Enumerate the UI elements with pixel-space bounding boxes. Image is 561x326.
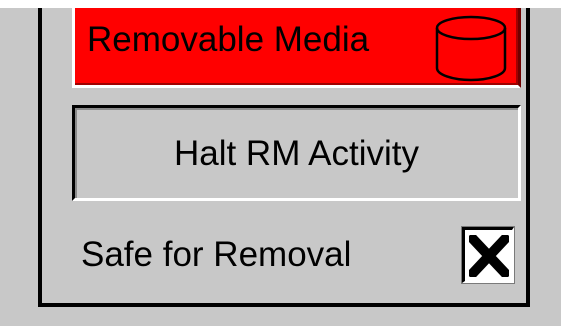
halt-rm-activity-label: Halt RM Activity: [173, 134, 420, 173]
removable-media-label: Removable Media: [87, 20, 370, 59]
safe-for-removal-label: Safe for Removal: [81, 235, 352, 274]
database-icon: [435, 15, 507, 82]
top-strip: [0, 0, 561, 8]
removable-media-button[interactable]: Removable Media: [72, 8, 521, 88]
halt-rm-activity-button[interactable]: Halt RM Activity: [72, 105, 521, 201]
safe-for-removal-checkbox[interactable]: [461, 226, 515, 284]
x-mark-icon: [469, 235, 509, 277]
removable-media-panel: Removable Media Halt RM Activity Safe fo…: [38, 8, 530, 307]
